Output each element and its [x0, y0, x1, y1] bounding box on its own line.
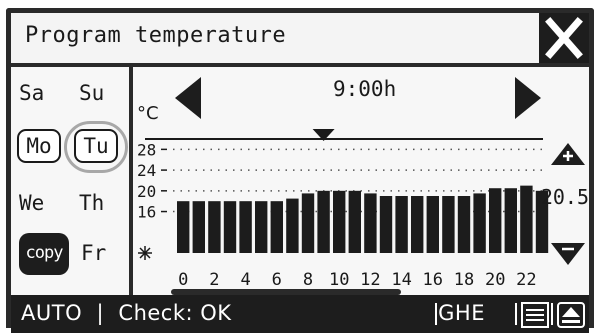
plus-triangle-icon[interactable]: [551, 143, 585, 165]
snowflake-icon: [138, 246, 152, 260]
schedule-area: 9:00h °C 28 24 20 16 0 2 4 6 8 10 12 14 16 18 20 22: [133, 67, 589, 299]
y-tick-label: 16: [137, 203, 156, 222]
bars: [177, 185, 549, 253]
x-tick-label: 4: [240, 270, 250, 290]
x-tick-label: 8: [303, 270, 313, 290]
temperature-chart[interactable]: 28242016 0 2 4 6 8 10 12 14 16 18 20 22: [133, 67, 551, 299]
hour-bar[interactable]: [364, 193, 377, 253]
menu-lines-icon[interactable]: [521, 302, 549, 328]
hour-bar[interactable]: [426, 196, 439, 253]
page-title: Program temperature: [25, 23, 287, 48]
day-fr[interactable]: Fr: [81, 241, 106, 265]
hour-bar[interactable]: [270, 201, 283, 253]
y-tick-label: 24: [137, 161, 156, 180]
day-su[interactable]: Su: [79, 81, 104, 105]
day-sa[interactable]: Sa: [19, 81, 44, 105]
x-tick-label: 12: [360, 270, 380, 290]
mode-label[interactable]: AUTO: [21, 301, 82, 325]
copy-button[interactable]: copy: [19, 233, 69, 275]
eject-icon[interactable]: [557, 302, 585, 328]
x-tick-label: 14: [391, 270, 411, 290]
separator: [551, 303, 553, 325]
hour-bar[interactable]: [301, 193, 315, 253]
hour-bar[interactable]: [395, 196, 408, 253]
hour-bar[interactable]: [286, 198, 299, 253]
hour-bar[interactable]: [442, 196, 455, 253]
hour-bar[interactable]: [489, 188, 502, 253]
hour-bar[interactable]: [255, 201, 268, 253]
close-button[interactable]: [539, 13, 589, 63]
hour-bar[interactable]: [379, 196, 393, 253]
x-tick-label: 22: [516, 270, 536, 290]
status-bar: AUTO | Check: OK GHE: [11, 295, 589, 333]
separator: [435, 303, 437, 325]
current-temperature: 20.5: [540, 185, 589, 209]
x-axis: 0 2 4 6 8 10 12 14 16 18 20 22: [178, 270, 537, 290]
day-we[interactable]: We: [19, 191, 44, 215]
screen: Program temperature Sa Su Mo Tu We Th co…: [6, 8, 594, 333]
day-tu[interactable]: Tu: [74, 129, 118, 163]
thermostat-display: Program temperature Sa Su Mo Tu We Th co…: [0, 0, 600, 333]
x-tick-label: 18: [454, 270, 474, 290]
x-tick-label: 20: [485, 270, 505, 290]
x-tick-label: 2: [209, 270, 219, 290]
x-tick-label: 10: [329, 270, 349, 290]
y-axis: 28 24 20 16: [137, 140, 167, 222]
separator: [515, 303, 517, 325]
hour-bar[interactable]: [177, 201, 190, 253]
hour-bar[interactable]: [333, 190, 346, 253]
close-x-icon: [545, 17, 583, 59]
hour-bar[interactable]: [192, 201, 205, 253]
hour-bar[interactable]: [223, 201, 237, 253]
hour-bar[interactable]: [208, 201, 221, 253]
hour-bar[interactable]: [457, 196, 471, 253]
code-label: GHE: [438, 301, 485, 325]
hour-bar[interactable]: [239, 201, 252, 253]
x-tick-label: 6: [272, 270, 282, 290]
x-tick-label: 16: [423, 270, 443, 290]
hour-bar[interactable]: [348, 190, 361, 253]
title-bar: Program temperature: [11, 13, 589, 67]
y-tick-label: 28: [137, 140, 156, 159]
hour-bar[interactable]: [520, 185, 533, 253]
x-tick-label: 0: [178, 270, 188, 290]
hour-bar[interactable]: [411, 196, 424, 253]
y-tick-label: 20: [137, 182, 156, 201]
day-mo[interactable]: Mo: [17, 129, 61, 163]
day-th[interactable]: Th: [79, 191, 104, 215]
day-panel: Sa Su Mo Tu We Th copy Fr: [11, 67, 133, 299]
check-label: Check: OK: [118, 301, 232, 325]
hour-bar[interactable]: [473, 193, 486, 253]
minus-triangle-icon[interactable]: [551, 243, 585, 265]
hour-bar[interactable]: [504, 188, 517, 253]
hour-bar[interactable]: [317, 190, 330, 253]
status-text: AUTO | Check: OK: [21, 301, 232, 325]
status-separator: |: [89, 301, 112, 325]
